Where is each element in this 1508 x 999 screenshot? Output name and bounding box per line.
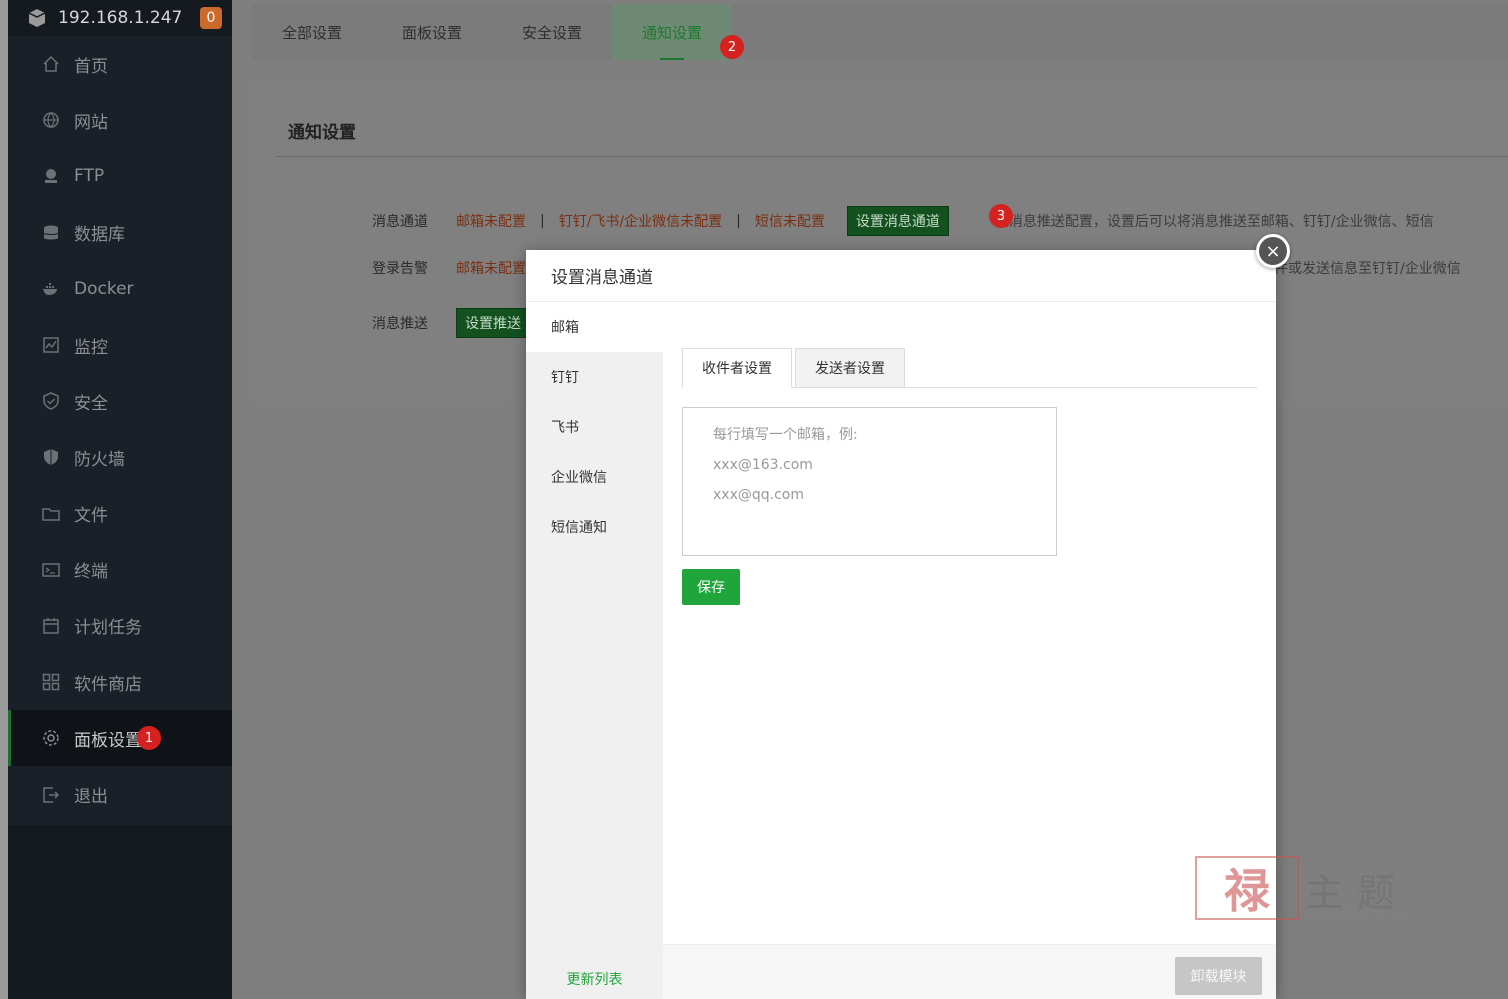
modal-tabs: 收件者设置 发送者设置 — [682, 348, 1257, 388]
uninstall-module-button[interactable]: 卸载模块 — [1175, 957, 1262, 995]
row-label: 消息通道 — [372, 214, 428, 230]
sidebar-item-label: 文件 — [74, 506, 108, 527]
message-push-row: 消息推送 设置推送 — [372, 308, 530, 338]
sms-status-link[interactable]: 短信未配置 — [755, 211, 825, 231]
step-badge-1: 1 — [137, 726, 161, 751]
tab-sender-settings[interactable]: 发送者设置 — [795, 348, 905, 388]
left-edge-strip — [0, 0, 8, 999]
login-alert-desc-row: 件或发送信息至钉钉/企业微信 — [1274, 258, 1461, 278]
login-alert-row: 登录告警 邮箱未配置 — [372, 258, 526, 278]
gear-icon — [42, 729, 60, 747]
row-label: 登录告警 — [372, 261, 428, 277]
database-icon — [42, 224, 60, 242]
logout-icon — [42, 786, 60, 804]
step-badge-2: 2 — [720, 35, 744, 59]
update-list-link[interactable]: 更新列表 — [526, 969, 663, 989]
sidebar-item-logout[interactable]: 退出 — [8, 766, 232, 822]
ftp-icon — [42, 167, 60, 185]
row-label: 消息推送 — [372, 316, 428, 332]
monitor-icon — [42, 336, 60, 354]
login-alert-mail-link[interactable]: 邮箱未配置 — [456, 258, 526, 278]
side-item-dingtalk[interactable]: 钉钉 — [526, 352, 663, 402]
side-item-wecom[interactable]: 企业微信 — [526, 452, 663, 502]
channel-description: 置消息推送配置，设置后可以将消息推送至邮箱、钉钉/企业微信、短信 — [994, 214, 1434, 230]
firewall-icon — [42, 448, 60, 466]
save-button[interactable]: 保存 — [682, 569, 740, 605]
side-item-sms[interactable]: 短信通知 — [526, 502, 663, 552]
tab-all-settings[interactable]: 全部设置 — [252, 4, 372, 60]
tab-notify-settings[interactable]: 通知设置 — [612, 4, 733, 60]
page-title: 通知设置 — [288, 123, 356, 143]
sidebar-item-files[interactable]: 文件 — [8, 486, 232, 542]
modal-title: 设置消息通道 — [526, 250, 1276, 302]
modal-footer: 卸载模块 — [663, 944, 1276, 999]
modal-side-nav: 邮箱 钉钉 飞书 企业微信 短信通知 更新列表 — [526, 302, 663, 999]
sidebar-item-home[interactable]: 首页 — [8, 36, 232, 92]
tab-panel-settings[interactable]: 面板设置 — [372, 4, 492, 60]
message-channel-row: 消息通道 邮箱未配置 | 钉钉/飞书/企业微信未配置 | 短信未配置 设置消息通… — [372, 206, 1434, 236]
sidebar-item-label: 软件商店 — [74, 674, 142, 695]
sidebar-item-store[interactable]: 软件商店 — [8, 654, 232, 710]
sidebar-item-monitor[interactable]: 监控 — [8, 317, 232, 373]
im-status-link[interactable]: 钉钉/飞书/企业微信未配置 — [559, 211, 722, 231]
sidebar-item-label: 终端 — [74, 562, 108, 583]
divider — [276, 156, 1508, 157]
sidebar-item-label: 监控 — [74, 337, 108, 358]
recipient-email-textarea[interactable]: 每行填写一个邮箱，例: xxx@163.com xxx@qq.com — [682, 407, 1057, 556]
tab-recipient-settings[interactable]: 收件者设置 — [682, 348, 792, 388]
folder-icon — [42, 505, 60, 523]
globe-icon — [42, 111, 60, 129]
notification-badge[interactable]: 0 — [200, 7, 222, 29]
sidebar-item-label: 网站 — [74, 112, 108, 133]
sidebar-item-docker[interactable]: Docker — [8, 261, 232, 317]
side-item-feishu[interactable]: 飞书 — [526, 402, 663, 452]
sidebar-item-cron[interactable]: 计划任务 — [8, 598, 232, 654]
set-push-button[interactable]: 设置推送 — [456, 308, 530, 338]
mail-status-link[interactable]: 邮箱未配置 — [456, 211, 526, 231]
watermark-url: WWW.BANZHUTI.COM — [1307, 910, 1407, 920]
sidebar-item-label: 防火墙 — [74, 449, 125, 470]
sidebar-item-label: 面板设置 — [74, 730, 142, 751]
sidebar-item-panel-settings[interactable]: 面板设置 1 — [8, 710, 232, 767]
host-address: 192.168.1.247 — [58, 8, 183, 28]
watermark-text: 主题 — [1305, 871, 1410, 915]
sidebar-menu: 首页 网站 FTP 数据库 Docker 监控 安全 防火墙 文件 终端 计划任… — [8, 36, 232, 825]
modal-body: 收件者设置 发送者设置 每行填写一个邮箱，例: xxx@163.com xxx@… — [663, 302, 1276, 944]
settings-tabbar: 全部设置 面板设置 安全设置 通知设置 — [252, 4, 1508, 60]
set-channel-button[interactable]: 设置消息通道 — [846, 206, 949, 236]
channel-settings-modal: 设置消息通道 邮箱 钉钉 飞书 企业微信 短信通知 更新列表 收件者设置 发送者… — [526, 250, 1276, 999]
watermark: 禄 主题 WWW.BANZHUTI.COM — [1195, 856, 1425, 926]
separator: | — [736, 213, 741, 229]
step-badge-3: 3 — [989, 204, 1013, 228]
grid-icon — [42, 673, 60, 691]
server-icon — [26, 8, 48, 28]
separator: | — [540, 213, 545, 229]
watermark-logo: 禄 — [1195, 856, 1299, 920]
host-header[interactable]: 192.168.1.247 0 — [8, 0, 232, 36]
sidebar-item-terminal[interactable]: 终端 — [8, 542, 232, 598]
sidebar-item-website[interactable]: 网站 — [8, 92, 232, 148]
login-alert-description: 件或发送信息至钉钉/企业微信 — [1274, 261, 1461, 277]
sidebar-item-firewall[interactable]: 防火墙 — [8, 429, 232, 485]
shield-check-icon — [42, 392, 60, 411]
close-icon[interactable]: × — [1256, 234, 1290, 268]
sidebar-item-label: Docker — [74, 278, 134, 299]
sidebar-item-security[interactable]: 安全 — [8, 373, 232, 429]
sidebar-item-label: FTP — [74, 166, 105, 187]
sidebar-item-database[interactable]: 数据库 — [8, 205, 232, 261]
sidebar-item-label: 计划任务 — [74, 618, 142, 639]
home-icon — [42, 55, 60, 73]
terminal-icon — [42, 561, 60, 579]
sidebar-item-ftp[interactable]: FTP — [8, 148, 232, 204]
sidebar-item-label: 退出 — [74, 787, 108, 808]
sidebar-item-label: 安全 — [74, 393, 108, 414]
side-item-email[interactable]: 邮箱 — [526, 302, 663, 352]
docker-icon — [42, 280, 60, 298]
tab-security-settings[interactable]: 安全设置 — [492, 4, 612, 60]
sidebar-item-label: 首页 — [74, 56, 108, 77]
calendar-icon — [42, 617, 60, 635]
sidebar-item-label: 数据库 — [74, 225, 125, 246]
sidebar: 192.168.1.247 0 首页 网站 FTP 数据库 Docker 监控 … — [8, 0, 232, 999]
